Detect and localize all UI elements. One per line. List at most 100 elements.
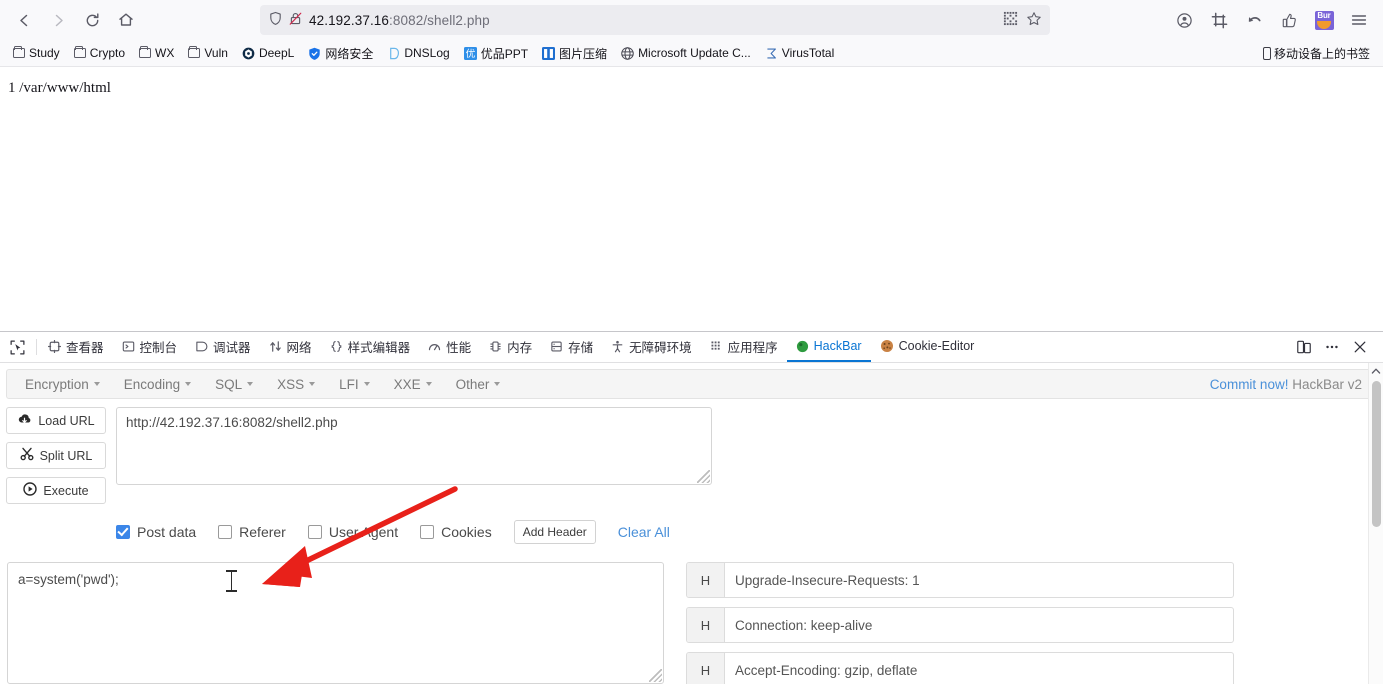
devtools-tab-hackbar[interactable]: HackBar — [786, 332, 871, 362]
screenshot-icon[interactable] — [1203, 4, 1235, 36]
add-header-button[interactable]: Add Header — [513, 520, 596, 544]
hackbar-panel: Encryption Encoding SQL XSS LFI XXE Othe… — [0, 363, 1383, 684]
hackbar-menu-other[interactable]: Other — [444, 377, 513, 392]
element-picker-icon[interactable] — [0, 332, 34, 362]
devtools-tab-storage[interactable]: 存储 — [541, 332, 602, 362]
url-input-value: http://42.192.37.16:8082/shell2.php — [126, 415, 338, 430]
checkbox-box[interactable] — [420, 525, 435, 539]
load-url-button[interactable]: Load URL — [6, 407, 106, 434]
header-type-badge: H — [687, 608, 725, 642]
header-row[interactable]: H Upgrade-Insecure-Requests: 1 — [686, 562, 1234, 598]
lock-broken-icon[interactable] — [288, 11, 303, 29]
hackbar-scrollbar[interactable] — [1368, 363, 1383, 684]
split-url-button[interactable]: Split URL — [6, 442, 106, 469]
hackbar-menu-sql[interactable]: SQL — [203, 377, 265, 392]
bookmark-item-youpinppt[interactable]: 优 优品PPT — [458, 43, 534, 64]
url-text[interactable]: 42.192.37.16:8082/shell2.php — [309, 13, 997, 28]
forward-button[interactable] — [42, 4, 74, 36]
hackbar-menu-lfi[interactable]: LFI — [327, 377, 382, 392]
bookmark-label: 优品PPT — [480, 46, 529, 61]
url-input-textarea[interactable]: http://42.192.37.16:8082/shell2.php — [116, 407, 712, 485]
folder-icon — [139, 45, 152, 58]
textarea-resize-handle[interactable] — [697, 470, 710, 483]
bookmark-item-deepl[interactable]: DeepL — [236, 44, 300, 62]
checkbox-box[interactable] — [218, 525, 233, 539]
undo-icon[interactable] — [1238, 4, 1270, 36]
checkbox-cookies[interactable]: Cookies — [420, 524, 492, 540]
checkbox-post-data[interactable]: Post data — [116, 524, 196, 540]
app-menu-icon[interactable] — [1343, 4, 1375, 36]
hackbar-menubar: Encryption Encoding SQL XSS LFI XXE Othe… — [6, 369, 1377, 399]
headers-list: H Upgrade-Insecure-Requests: 1 H Connect… — [686, 562, 1234, 684]
urlbar-container: 42.192.37.16:8082/shell2.php — [144, 5, 1166, 35]
qr-code-icon[interactable] — [1003, 11, 1018, 29]
header-value-input[interactable]: Accept-Encoding: gzip, deflate — [725, 653, 1233, 684]
mobile-bookmarks-item[interactable]: 移动设备上的书签 — [1257, 43, 1376, 64]
deepl-favicon — [242, 47, 255, 60]
hackbar-menu-encoding[interactable]: Encoding — [112, 377, 203, 392]
folder-icon — [13, 45, 25, 58]
bookmark-item-dnslog[interactable]: DNSLog — [381, 44, 455, 62]
checkbox-box[interactable] — [307, 525, 322, 539]
textarea-resize-handle[interactable] — [649, 669, 662, 682]
hackbar-menu-xxe[interactable]: XXE — [382, 377, 444, 392]
devtools-tab-console[interactable]: 控制台 — [113, 332, 187, 362]
star-icon[interactable] — [1026, 11, 1042, 30]
execute-button[interactable]: Execute — [6, 477, 106, 504]
bookmark-item-virustotal[interactable]: VirusTotal — [759, 44, 840, 62]
chevron-down-icon — [93, 382, 100, 386]
header-row[interactable]: H Connection: keep-alive — [686, 607, 1234, 643]
address-bar[interactable]: 42.192.37.16:8082/shell2.php — [260, 5, 1050, 35]
back-button[interactable] — [8, 4, 40, 36]
scrollbar-thumb[interactable] — [1372, 381, 1381, 527]
toolbar-divider — [36, 339, 37, 355]
devtools-tab-performance[interactable]: 性能 — [419, 332, 480, 362]
storage-icon — [550, 340, 563, 353]
checkbox-box[interactable] — [116, 525, 130, 539]
header-value-input[interactable]: Upgrade-Insecure-Requests: 1 — [725, 563, 1233, 597]
home-button[interactable] — [110, 4, 142, 36]
devtools-tab-inspector[interactable]: 查看器 — [39, 332, 113, 362]
bookmark-item-crypto[interactable]: Crypto — [68, 44, 131, 62]
bookmark-item-wangluoanquan[interactable]: 网络安全 — [302, 43, 379, 64]
bookmark-item-vuln[interactable]: Vuln — [182, 44, 234, 62]
chevron-down-icon — [494, 382, 501, 386]
devtools-meatball-menu-icon[interactable] — [1319, 334, 1345, 360]
bookmark-item-microsoft-update[interactable]: Microsoft Update C... — [615, 44, 757, 62]
checkbox-label: Post data — [137, 524, 197, 540]
devtools-tab-accessibility[interactable]: 无障碍环境 — [602, 332, 701, 362]
image-compress-favicon — [542, 46, 556, 60]
menu-label: Encoding — [123, 376, 181, 392]
bookmark-item-study[interactable]: Study — [7, 44, 66, 62]
burp-extension-icon[interactable]: Bur — [1308, 4, 1340, 36]
hackbar-menu-xss[interactable]: XSS — [265, 377, 327, 392]
hackbar-menu-encryption[interactable]: Encryption — [13, 377, 112, 392]
checkbox-user-agent[interactable]: User Agent — [307, 524, 398, 540]
shield-icon[interactable] — [268, 11, 283, 29]
devtools-tab-network[interactable]: 网络 — [260, 332, 321, 362]
clear-all-link[interactable]: Clear All — [618, 524, 670, 540]
devtools-tab-debugger[interactable]: 调试器 — [186, 332, 260, 362]
devtools-tab-application[interactable]: 应用程序 — [701, 332, 787, 362]
reload-button[interactable] — [76, 4, 108, 36]
header-row[interactable]: H Accept-Encoding: gzip, deflate — [686, 652, 1234, 684]
devtools-tab-cookie-editor[interactable]: Cookie-Editor — [871, 332, 984, 362]
mobile-bookmarks-label: 移动设备上的书签 — [1273, 46, 1370, 61]
devtools-tabbar: 查看器 控制台 调试器 网络 样式编辑器 性能 内存 存储 无障碍环境 应用程序… — [0, 332, 1383, 363]
bookmark-item-tupianyasuo[interactable]: 图片压缩 — [536, 43, 613, 64]
devtools-tab-memory[interactable]: 内存 — [480, 332, 541, 362]
burp-flame-shape — [1317, 20, 1331, 29]
post-data-textarea[interactable]: a=system('pwd'); — [7, 562, 664, 684]
scrollbar-up-arrow-icon[interactable] — [1369, 363, 1383, 379]
account-icon[interactable] — [1168, 4, 1200, 36]
devtools-close-icon[interactable] — [1347, 334, 1373, 360]
checkbox-referer[interactable]: Referer — [218, 524, 286, 540]
header-value-input[interactable]: Connection: keep-alive — [725, 608, 1233, 642]
devtools-tab-label: 内存 — [507, 340, 533, 355]
bookmark-item-wx[interactable]: WX — [133, 44, 180, 62]
hackbar-url-row: Load URL Split URL Execute http://42.192… — [6, 407, 1377, 504]
devtools-tab-style-editor[interactable]: 样式编辑器 — [321, 332, 420, 362]
thumbs-up-icon[interactable] — [1273, 4, 1305, 36]
commit-now-link[interactable]: Commit now! — [1210, 377, 1289, 392]
responsive-design-mode-icon[interactable] — [1291, 334, 1317, 360]
